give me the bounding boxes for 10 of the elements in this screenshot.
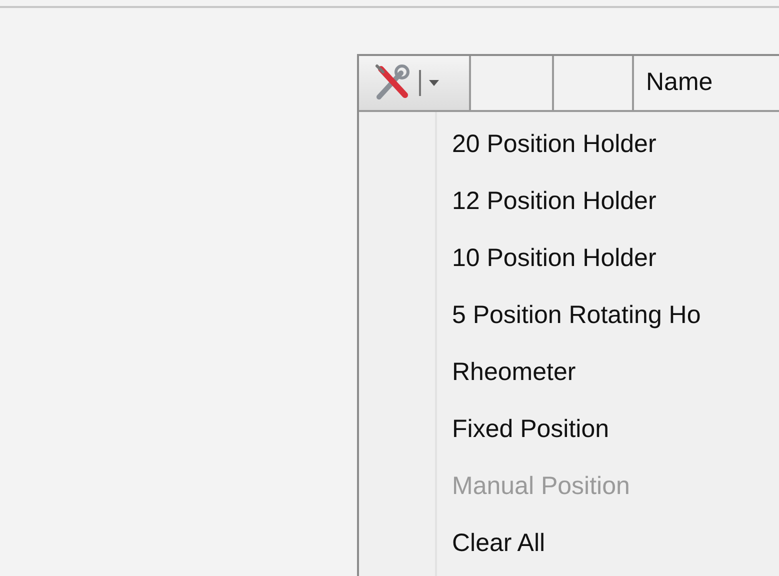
menu-item[interactable]: Rheometer — [437, 344, 701, 401]
menu-item[interactable]: 12 Position Holder — [437, 173, 701, 230]
menu-item[interactable]: Clear All — [437, 515, 701, 572]
menu-item[interactable]: 10 Position Holder — [437, 230, 701, 287]
caret-icon — [429, 80, 439, 86]
menu-item[interactable]: Fixed Position — [437, 401, 701, 458]
menu-item[interactable]: 5 Position Rotating Ho — [437, 287, 701, 344]
menu-item[interactable]: 20 Position Holder — [437, 116, 701, 173]
column-header[interactable]: Name — [634, 56, 779, 110]
tools-dropdown-button[interactable] — [359, 56, 471, 110]
